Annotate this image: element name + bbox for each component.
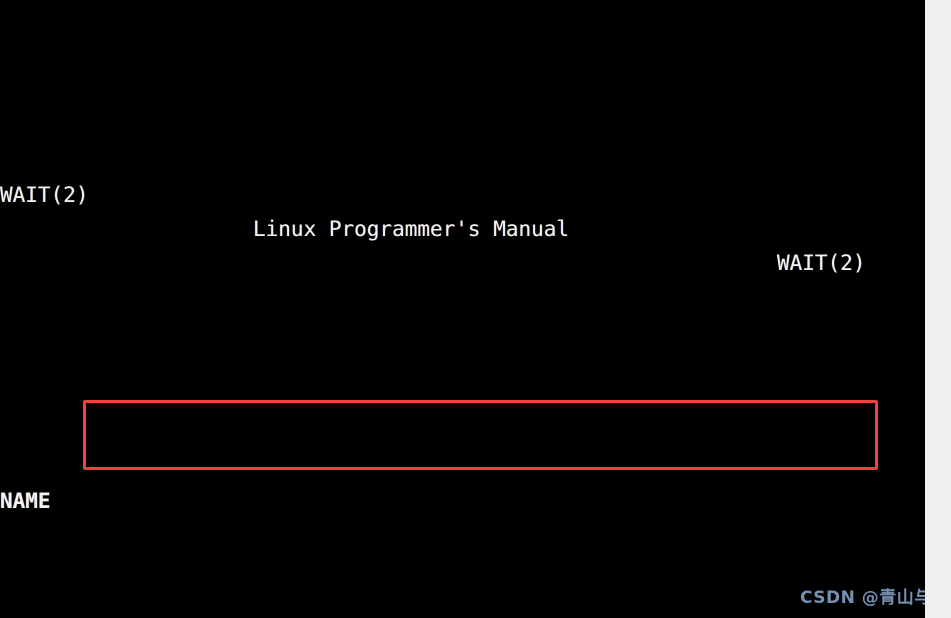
man-page-terminal[interactable]: WAIT(2) Linux Programmer's Manual WAIT(2… [0,0,925,618]
header-left-title: WAIT(2) [0,183,89,207]
header-center-title: Linux Programmer's Manual [253,217,570,241]
man-page-content: WAIT(2) Linux Programmer's Manual WAIT(2… [0,0,925,618]
man-header-line: WAIT(2) Linux Programmer's Manual WAIT(2… [0,144,925,275]
right-edge-strip [925,0,951,618]
section-heading-name: NAME [0,489,51,513]
screenshot-root: WAIT(2) Linux Programmer's Manual WAIT(2… [0,0,951,618]
header-right-title: WAIT(2) [777,251,866,275]
